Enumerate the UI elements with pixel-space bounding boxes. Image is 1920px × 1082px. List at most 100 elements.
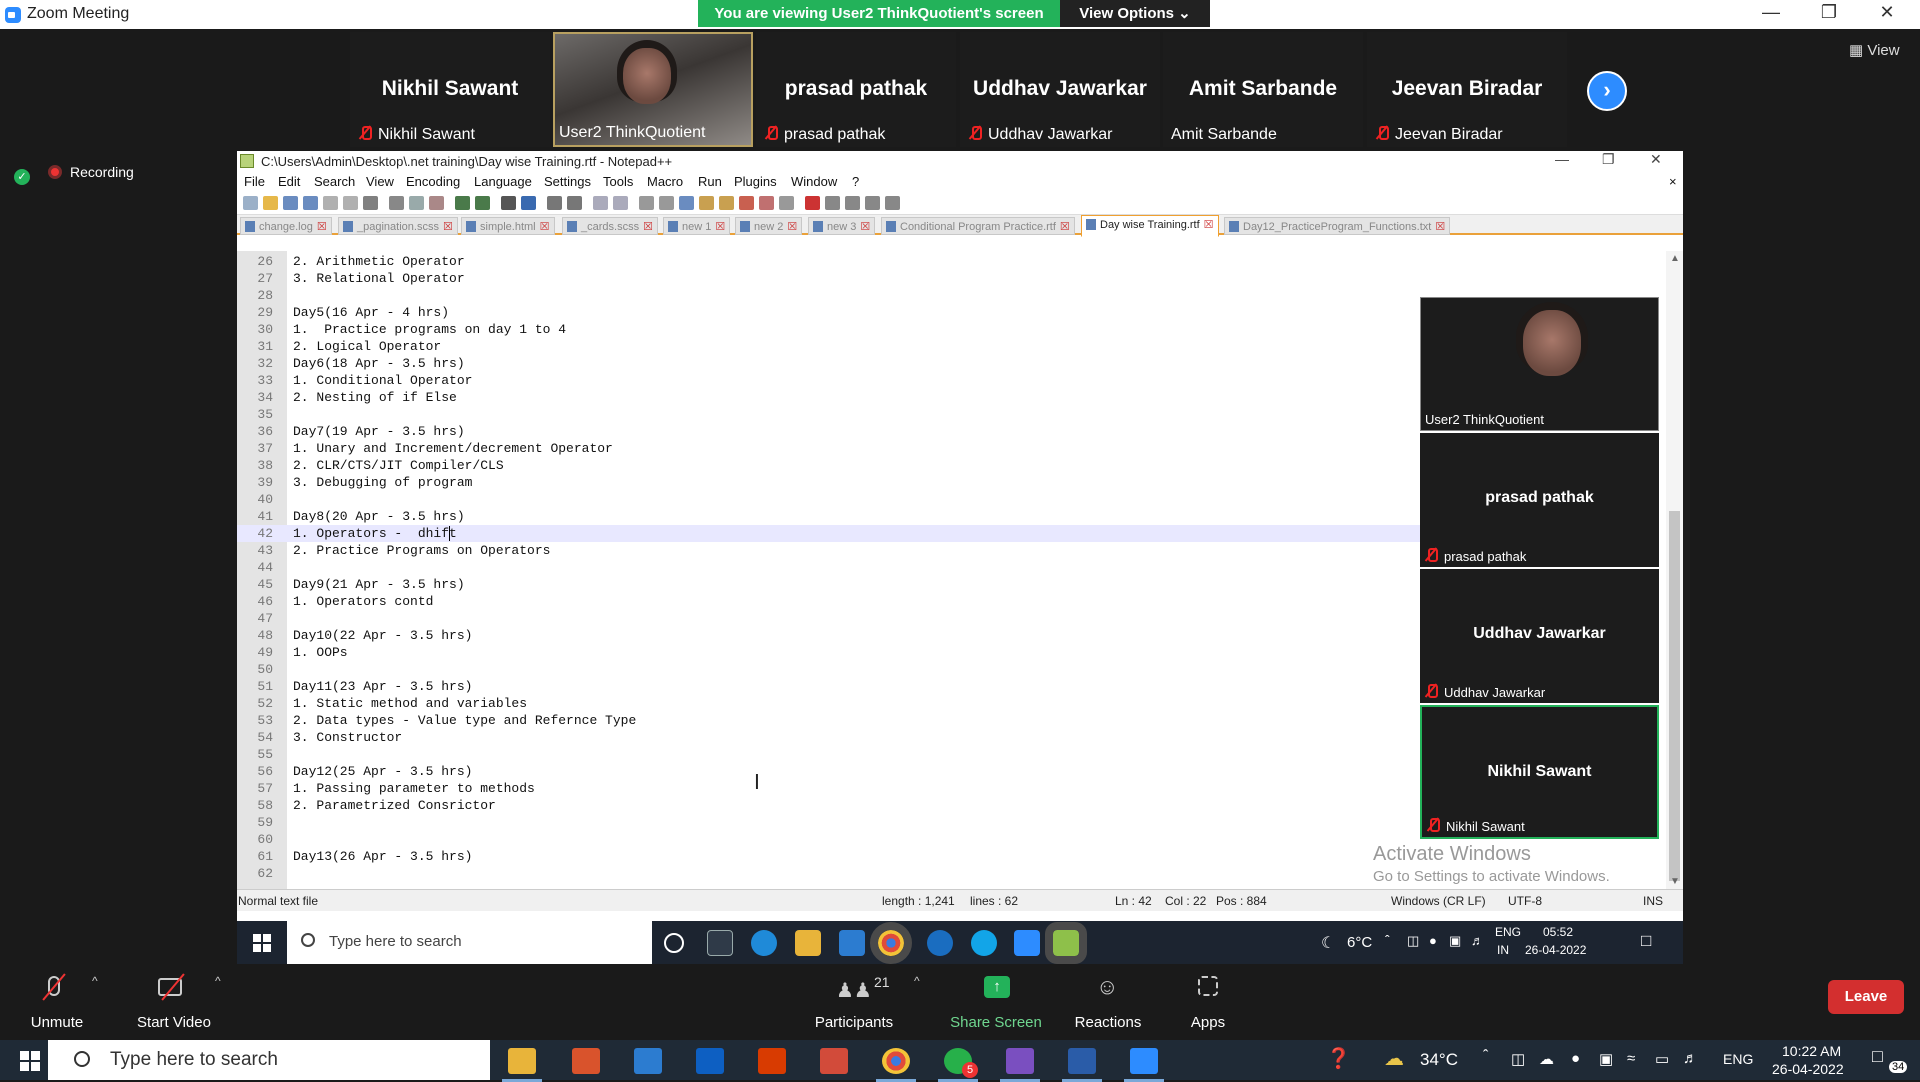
zoom-app-icon[interactable] (1124, 1048, 1164, 1082)
tray-chevron-icon[interactable]: ˆ (1385, 932, 1390, 948)
close-tab-icon[interactable]: ☒ (787, 221, 797, 233)
open-file-icon[interactable] (263, 196, 278, 210)
chrome-icon[interactable] (870, 922, 912, 964)
close-icon[interactable]: ✕ (1872, 2, 1902, 23)
menu-run[interactable]: Run (698, 174, 722, 189)
wrap-icon[interactable] (639, 196, 654, 210)
file-tab[interactable]: _pagination.scss ☒ (338, 217, 458, 235)
mail-icon[interactable] (839, 930, 865, 956)
close-tab-icon[interactable]: ☒ (443, 221, 453, 233)
network-icon[interactable]: ▣ (1449, 933, 1461, 949)
dropbox-icon[interactable] (696, 1048, 724, 1074)
word-icon[interactable] (1062, 1048, 1102, 1082)
file-explorer-icon[interactable] (795, 930, 821, 956)
scroll-down-icon[interactable]: ▼ (1670, 876, 1680, 887)
windows-start-icon[interactable] (20, 1051, 40, 1071)
file-explorer-icon[interactable] (502, 1048, 542, 1082)
new-file-icon[interactable] (243, 196, 258, 210)
language-code[interactable]: ENG (1495, 925, 1521, 939)
file-tab[interactable]: new 1 ☒ (663, 217, 731, 235)
menu-help[interactable]: ? (852, 174, 859, 189)
weather-moon-icon[interactable]: ☾ (1321, 933, 1335, 953)
minimize-icon[interactable]: — (1555, 151, 1569, 167)
sync-h-icon[interactable] (613, 196, 628, 210)
file-tab[interactable]: new 3 ☒ (808, 217, 876, 235)
volume-icon[interactable]: ♬ (1471, 933, 1484, 948)
close-tab-icon[interactable]: ☒ (1060, 221, 1070, 233)
taskbar-search-box[interactable]: Type here to search (48, 1040, 490, 1080)
view-button[interactable]: ▦ View (1849, 41, 1900, 59)
menu-window[interactable]: Window (791, 174, 837, 189)
function-list-icon[interactable] (739, 196, 754, 210)
menu-encoding[interactable]: Encoding (406, 174, 460, 189)
save-all-icon[interactable] (303, 196, 318, 210)
windows-start-icon[interactable] (253, 934, 271, 952)
reactions-button[interactable]: ☺ Reactions (1068, 966, 1148, 1031)
participant-tile[interactable]: Uddhav Jawarkar Uddhav Jawarkar (1420, 569, 1659, 703)
find-icon[interactable] (501, 196, 516, 210)
participant-video-tile[interactable]: User2 ThinkQuotient (553, 32, 753, 147)
menu-edit[interactable]: Edit (278, 174, 300, 189)
monitor-icon[interactable] (779, 196, 794, 210)
stop-macro-icon[interactable] (825, 196, 840, 210)
close-tab-icon[interactable]: ☒ (317, 221, 327, 233)
powerpoint-icon[interactable] (572, 1048, 600, 1074)
notepadpp-app-icon[interactable] (1045, 922, 1087, 964)
record-macro-icon[interactable] (805, 196, 820, 210)
clock-date[interactable]: 26-04-2022 (1772, 1061, 1844, 1077)
participant-tile-speaking[interactable]: Nikhil Sawant Nikhil Sawant (1420, 705, 1659, 839)
remote-clock-date[interactable]: 26-04-2022 (1525, 943, 1586, 957)
menu-search[interactable]: Search (314, 174, 355, 189)
copy-icon[interactable] (409, 196, 424, 210)
visual-studio-icon[interactable] (1000, 1048, 1040, 1082)
display-icon[interactable]: ▣ (1599, 1050, 1613, 1068)
leave-button[interactable]: Leave (1828, 980, 1904, 1014)
gmail-icon[interactable] (820, 1048, 848, 1074)
sync-v-icon[interactable] (593, 196, 608, 210)
editor-line[interactable]: 27 3. Relational Operator (237, 270, 1657, 287)
participant-tile[interactable]: prasad pathak prasad pathak (756, 32, 956, 147)
edge-icon[interactable] (751, 930, 777, 956)
language-region[interactable]: IN (1497, 943, 1509, 957)
restore-icon[interactable]: ❐ (1814, 2, 1844, 23)
file-tab-active[interactable]: Day wise Training.rtf ☒ (1081, 215, 1219, 237)
microphone-icon[interactable]: ● (1429, 933, 1437, 948)
save-macro-icon[interactable] (885, 196, 900, 210)
close-all-icon[interactable] (343, 196, 358, 210)
share-screen-button[interactable]: ↑ Share Screen (946, 966, 1046, 1031)
office-icon[interactable] (758, 1048, 786, 1074)
zoom-in-icon[interactable] (547, 196, 562, 210)
tray-chevron-icon[interactable]: ˆ (1483, 1048, 1488, 1066)
show-all-chars-icon[interactable] (659, 196, 674, 210)
paste-icon[interactable] (429, 196, 444, 210)
video-options-chevron-icon[interactable]: ^ (215, 974, 221, 988)
participant-tile[interactable]: Jeevan Biradar Jeevan Biradar (1367, 32, 1567, 147)
notification-icon[interactable]: □ (1872, 1046, 1883, 1067)
close-tab-icon[interactable]: ☒ (1204, 219, 1214, 231)
language-indicator[interactable]: ENG (1723, 1051, 1753, 1067)
close-file-icon[interactable] (323, 196, 338, 210)
zoom-app-icon[interactable] (1014, 930, 1040, 956)
menu-tools[interactable]: Tools (603, 174, 633, 189)
whatsapp-icon[interactable]: 5 (938, 1048, 978, 1082)
cut-icon[interactable] (389, 196, 404, 210)
microphone-icon[interactable]: ● (1571, 1050, 1580, 1067)
lang-icon[interactable] (699, 196, 714, 210)
scroll-up-icon[interactable]: ▲ (1670, 253, 1680, 264)
apps-button[interactable]: Apps (1168, 966, 1248, 1031)
doc-map-icon[interactable] (719, 196, 734, 210)
close-doc-icon[interactable]: × (1669, 174, 1677, 189)
close-tab-icon[interactable]: ☒ (1435, 221, 1445, 233)
tray-device-icon[interactable]: ◫ (1407, 933, 1419, 949)
minimize-icon[interactable]: — (1756, 2, 1786, 23)
undo-icon[interactable] (455, 196, 470, 210)
help-icon[interactable]: ❓ (1326, 1046, 1351, 1071)
scroll-thumb[interactable] (1669, 511, 1680, 881)
menu-file[interactable]: File (244, 174, 265, 189)
chrome-icon[interactable] (876, 1048, 916, 1082)
file-tab[interactable]: simple.html ☒ (461, 217, 555, 235)
participant-tile[interactable]: Uddhav Jawarkar Uddhav Jawarkar (960, 32, 1160, 147)
folder-workspace-icon[interactable] (759, 196, 774, 210)
weather-sun-icon[interactable]: ☁ (1384, 1046, 1404, 1071)
participants-button[interactable]: ♟♟ 21 Participants (806, 966, 902, 1031)
